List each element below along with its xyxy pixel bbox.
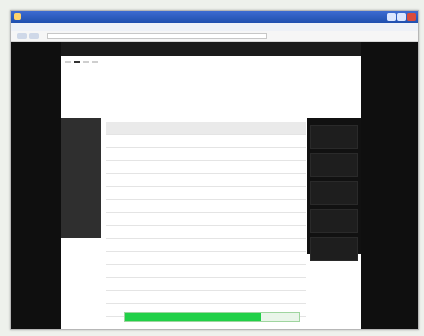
close-button[interactable] [407,13,416,21]
table-cell [286,252,306,264]
right-sidebar [307,118,361,261]
table-cell [286,213,306,225]
table-cell [141,265,286,277]
right-card-3 [310,181,358,205]
table-cell [286,200,306,212]
table-cell [286,135,306,147]
table-cell [106,213,141,225]
table-cell [141,252,286,264]
table-cell [286,278,306,290]
browser-icon [14,13,21,20]
table-row[interactable] [106,213,306,226]
maximize-button[interactable] [397,13,406,21]
table-cell [106,135,141,147]
right-card-4 [310,209,358,233]
left-sidebar [61,118,101,238]
browser-statusbar [11,329,418,330]
table-cell [141,161,286,173]
table-cell [141,135,286,147]
breadcrumb-item-1[interactable] [65,61,71,63]
right-card-5 [310,237,358,261]
table-row[interactable] [106,200,306,213]
table-cell [286,187,306,199]
table-cell [106,148,141,160]
table-row[interactable] [106,161,306,174]
back-button[interactable] [17,33,27,39]
table-row[interactable] [106,278,306,291]
table-row[interactable] [106,148,306,161]
hero [61,68,361,71]
table-cell [106,239,141,251]
table-cell [141,278,286,290]
progress-bar [124,312,300,322]
breadcrumb-item-3[interactable] [83,61,89,63]
table-row[interactable] [106,252,306,265]
table-cell [141,213,286,225]
table-cell [141,187,286,199]
table-header-2 [141,122,286,134]
browser-toolbar [11,31,418,42]
table-cell [286,161,306,173]
table-row[interactable] [106,226,306,239]
breadcrumb-item-4[interactable] [92,61,98,63]
table-header-3 [286,122,306,134]
table-cell [286,265,306,277]
table-cell [106,252,141,264]
address-bar[interactable] [47,33,267,39]
forward-button[interactable] [29,33,39,39]
table-row[interactable] [106,265,306,278]
table-cell [286,174,306,186]
table-row[interactable] [106,174,306,187]
table-row[interactable] [106,135,306,148]
table-cell [106,291,141,303]
table-cell [141,239,286,251]
table-cell [106,187,141,199]
table-cell [106,226,141,238]
table-cell [141,226,286,238]
table-row[interactable] [106,239,306,252]
table-cell [106,200,141,212]
web-page [61,42,361,329]
table-cell [141,200,286,212]
table-header-row [106,122,306,135]
table-row[interactable] [106,291,306,304]
table-cell [141,291,286,303]
progress-fill [125,313,261,321]
site-top-nav [61,42,361,56]
table-cell [286,226,306,238]
table-header-1 [106,122,141,134]
table-cell [286,148,306,160]
page-viewport [11,42,418,329]
results-table [106,122,306,329]
right-card-2 [310,153,358,177]
breadcrumb [61,56,361,68]
table-cell [286,239,306,251]
table-cell [106,265,141,277]
breadcrumb-item-2[interactable] [74,61,80,63]
right-card-1 [310,125,358,149]
browser-window [10,10,419,330]
table-row[interactable] [106,187,306,200]
window-titlebar [11,11,418,23]
table-cell [141,174,286,186]
minimize-button[interactable] [387,13,396,21]
table-cell [286,291,306,303]
table-cell [106,174,141,186]
table-cell [106,278,141,290]
table-cell [106,161,141,173]
table-cell [141,148,286,160]
